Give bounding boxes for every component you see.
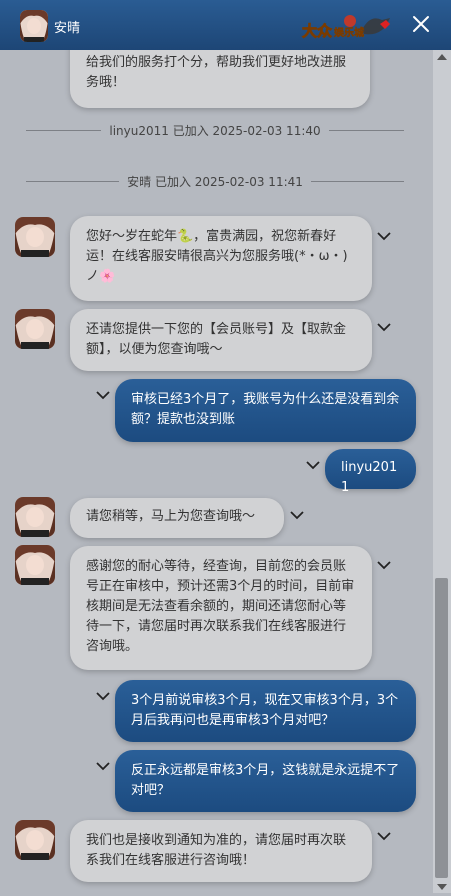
message-bubble: 还请您提供一下您的【会员账号】及【取款金额】，以便为您查询哦～ [70, 309, 372, 371]
message-bubble: linyu2011 [325, 449, 416, 495]
chevron-down-icon[interactable] [96, 756, 110, 771]
agent-avatar [15, 309, 55, 349]
message-text: 我们也是接收到通知为准的，请您届时再次联系我们在线客服进行咨询哦！ [86, 833, 347, 868]
agent-avatar [15, 820, 55, 860]
scroll-down-arrow-icon[interactable] [437, 884, 447, 890]
agent-avatar [20, 10, 48, 42]
message-text: 3个月前说审核3个月，现在又审核3个月，3个月后我再问也是再审核3个月对吧？ [131, 693, 399, 728]
scroll-up-arrow-icon[interactable] [437, 54, 447, 60]
scrollbar[interactable] [433, 50, 451, 893]
message-bubble: 审核已经3个月了，我账号为什么还是没看到余额？提款也没到账 [115, 379, 416, 442]
agent-avatar [15, 497, 55, 537]
message-bubble: 您好～岁在蛇年🐍，富贵满园，祝您新春好运！在线客服安晴很高兴为您服务哦(*・ω・… [70, 216, 372, 301]
message-text: 审核已经3个月了，我账号为什么还是没看到余额？提款也没到账 [131, 392, 400, 427]
chevron-down-icon[interactable] [377, 555, 391, 570]
agent-avatar [15, 545, 55, 585]
join-notice: 安晴 已加入 2025-02-03 11:41 [26, 171, 405, 191]
message-text: linyu2011 [341, 460, 398, 495]
chevron-down-icon[interactable] [306, 455, 320, 470]
message-bubble: 我们也是接收到通知为准的，请您届时再次联系我们在线客服进行咨询哦！ [70, 820, 372, 882]
chevron-down-icon[interactable] [96, 686, 110, 701]
close-icon[interactable] [406, 9, 436, 39]
chevron-down-icon[interactable] [377, 226, 391, 241]
join-notice-text: 安晴 已加入 2025-02-03 11:41 [127, 174, 303, 189]
chat-scroll-area[interactable]: 给我们的服务打个分，帮助我们更好地改进服务哦！ linyu2011 已加入 20… [0, 50, 433, 893]
join-notice: linyu2011 已加入 2025-02-03 11:40 [26, 120, 405, 140]
agent-name: 安晴 [54, 21, 81, 36]
message-text: 给我们的服务打个分，帮助我们更好地改进服务哦！ [86, 55, 347, 90]
message-text: 还请您提供一下您的【会员账号】及【取款金额】，以便为您查询哦～ [86, 322, 347, 357]
brand-logo: 大众 娱乐城 [300, 10, 396, 42]
scrollbar-thumb[interactable] [435, 578, 448, 878]
chevron-down-icon[interactable] [96, 385, 110, 400]
message-bubble: 反正永远都是审核3个月，这钱就是永远提不了对吧？ [115, 750, 416, 812]
join-notice-text: linyu2011 已加入 2025-02-03 11:40 [109, 123, 321, 138]
svg-text:大众: 大众 [302, 22, 332, 40]
message-text: 请您稍等，马上为您查询哦～ [86, 509, 256, 524]
message-bubble: 感谢您的耐心等待，经查询，目前您的会员账号正在审核中，预计还需3个月的时间，目前… [70, 546, 372, 670]
message-bubble: 3个月前说审核3个月，现在又审核3个月，3个月后我再问也是再审核3个月对吧？ [115, 680, 416, 742]
chevron-down-icon[interactable] [290, 505, 304, 520]
agent-avatar [15, 217, 55, 257]
chevron-down-icon[interactable] [377, 317, 391, 332]
message-text: 反正永远都是审核3个月，这钱就是永远提不了对吧？ [131, 763, 400, 798]
message-bubble: 请您稍等，马上为您查询哦～ [70, 498, 284, 538]
svg-text:娱乐城: 娱乐城 [334, 26, 364, 39]
message-text: 感谢您的耐心等待，经查询，目前您的会员账号正在审核中，预计还需3个月的时间，目前… [86, 559, 355, 654]
message-bubble: 给我们的服务打个分，帮助我们更好地改进服务哦！ [70, 50, 370, 108]
chevron-down-icon[interactable] [377, 826, 391, 841]
chat-header: 安晴 大众 娱乐城 [0, 0, 451, 50]
message-text: 您好～岁在蛇年🐍，富贵满园，祝您新春好运！在线客服安晴很高兴为您服务哦(*・ω・… [86, 229, 348, 284]
